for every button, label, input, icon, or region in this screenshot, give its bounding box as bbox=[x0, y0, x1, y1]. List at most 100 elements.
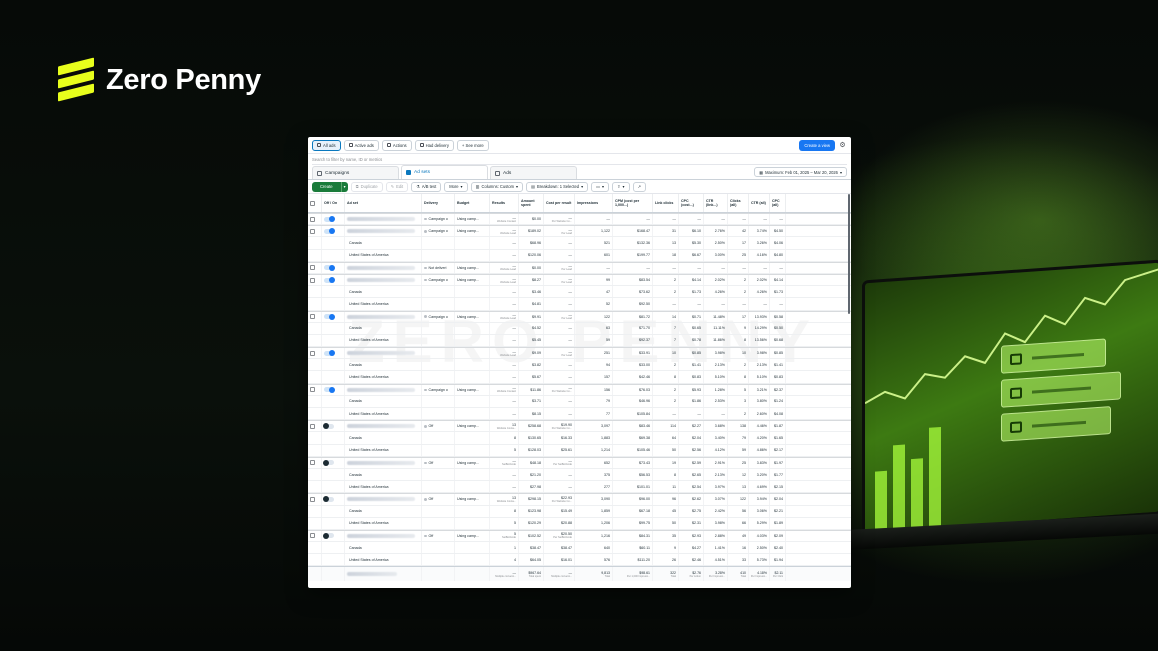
view-tab[interactable]: + See more bbox=[456, 139, 489, 151]
ad-set-row[interactable]: Campaign o Using camp... — Website Lead $8.2… bbox=[308, 273, 851, 287]
breakdown-row[interactable]: Canada 8 $130.65 $16.33 1,883 $69.38 64 $2.04 3.… bbox=[308, 432, 851, 445]
redacted-ad-set-name[interactable] bbox=[347, 314, 415, 319]
breakdown-row[interactable]: Canada 8 $123.98 $15.49 1,859 $67.18 45 $2.75 2.… bbox=[308, 505, 851, 518]
breakdown-row[interactable]: Canada — $3.82—94 $33.00 2 $1.41 2.13% 2 2.13% $1… bbox=[308, 359, 851, 372]
ad-set-row[interactable]: Campaign o Using camp... — Website Lead $189… bbox=[308, 225, 851, 238]
redacted-ad-set-name[interactable] bbox=[347, 497, 415, 502]
row-checkbox[interactable] bbox=[308, 457, 322, 468]
search-bar[interactable]: Search to filter by name, ID or metrics bbox=[312, 154, 847, 165]
ad-set-row[interactable]: Campaign o Using camp... — Website Lead $9.9… bbox=[308, 310, 851, 323]
create-view-button[interactable]: Create a view bbox=[799, 139, 835, 151]
delivery-toggle[interactable] bbox=[322, 226, 345, 237]
ad-set-name[interactable] bbox=[345, 457, 422, 468]
edit-button[interactable]: ✎ Edit bbox=[385, 181, 409, 192]
row-checkbox[interactable] bbox=[308, 494, 322, 505]
column-header[interactable]: Delivery bbox=[422, 194, 455, 212]
ad-set-name[interactable] bbox=[345, 214, 422, 225]
column-header[interactable]: Link clicks bbox=[653, 194, 679, 212]
create-button[interactable]: Create ▾ bbox=[312, 181, 348, 192]
redacted-ad-set-name[interactable] bbox=[347, 460, 415, 465]
delivery-toggle[interactable] bbox=[322, 421, 345, 432]
breakdown-row[interactable]: United States of America — $5.45—59 $92.37 7… bbox=[308, 334, 851, 348]
ad-set-name[interactable] bbox=[345, 274, 422, 286]
redacted-ad-set-name[interactable] bbox=[347, 265, 415, 270]
column-header[interactable]: Cost per result bbox=[544, 194, 575, 212]
column-header[interactable]: Amount spent bbox=[519, 194, 544, 212]
column-header[interactable]: Ad set bbox=[345, 194, 422, 212]
row-checkbox[interactable] bbox=[308, 262, 322, 273]
vertical-scrollbar[interactable] bbox=[848, 194, 850, 314]
ad-set-name[interactable] bbox=[345, 226, 422, 237]
totals-label[interactable] bbox=[345, 567, 422, 582]
row-checkbox[interactable] bbox=[308, 226, 322, 237]
view-tab[interactable]: Actions bbox=[381, 139, 412, 151]
redacted-ad-set-name[interactable] bbox=[347, 229, 415, 234]
breakdown-row[interactable]: United States of America 5 $120.29 $20.88 1,… bbox=[308, 517, 851, 530]
row-checkbox[interactable] bbox=[308, 348, 322, 359]
ad-set-name[interactable] bbox=[345, 421, 422, 432]
export-button[interactable]: ⇪ ▾ bbox=[612, 181, 630, 192]
ad-set-name[interactable] bbox=[345, 348, 422, 359]
ad-set-name[interactable] bbox=[345, 530, 422, 542]
delivery-toggle[interactable] bbox=[322, 384, 345, 395]
ad-set-row[interactable]: Not deliveri Using camp... — Website Lead $0… bbox=[308, 261, 851, 274]
chevron-down-icon[interactable]: ▾ bbox=[340, 181, 348, 192]
row-checkbox[interactable] bbox=[308, 530, 322, 542]
delivery-toggle[interactable] bbox=[322, 214, 345, 225]
redacted-ad-set-name[interactable] bbox=[347, 387, 415, 392]
delivery-toggle[interactable] bbox=[322, 311, 345, 322]
breakdown-row[interactable]: United States of America — $4.81—52 $92.50—… bbox=[308, 298, 851, 311]
breakdown-row[interactable]: United States of America — $5.67—157 $42.46… bbox=[308, 371, 851, 384]
redacted-ad-set-name[interactable] bbox=[347, 533, 415, 538]
redacted-ad-set-name[interactable] bbox=[347, 351, 415, 356]
search-input[interactable]: Search to filter by name, ID or metrics bbox=[312, 157, 382, 162]
row-checkbox[interactable] bbox=[308, 421, 322, 432]
redacted-ad-set-name[interactable] bbox=[347, 424, 415, 429]
ad-set-row[interactable]: Off Using camp... 13 Website Conta... $298.1… bbox=[308, 493, 851, 506]
date-range-picker[interactable]: ▦ Maximum: Feb 01, 2025 – Mar 20, 2026 ▾ bbox=[754, 167, 847, 177]
ad-set-row[interactable]: Off Using camp... — SetBotCode $48.18— Per Se… bbox=[308, 456, 851, 469]
column-header[interactable]: Budget bbox=[455, 194, 490, 212]
column-header[interactable]: CTR (all) bbox=[749, 194, 770, 212]
ad-set-name[interactable] bbox=[345, 494, 422, 505]
column-header[interactable]: CPC (all) bbox=[770, 194, 786, 212]
breakdown-row[interactable]: United States of America 4 $64.05 $16.01 576… bbox=[308, 554, 851, 567]
ad-set-row[interactable]: Off Using camp... 13 Website Conta... $258.6… bbox=[308, 420, 851, 433]
ab-test-button[interactable]: ⚗ A/B test bbox=[411, 181, 442, 192]
column-header[interactable]: Impressions bbox=[575, 194, 613, 212]
breakdown-row[interactable]: United States of America — $8.15—77 $105.84… bbox=[308, 408, 851, 421]
select-all-checkbox[interactable] bbox=[308, 194, 322, 212]
breakdown-row[interactable]: Canada — $4.52—63 $71.70 7 $0.65 11.11% 9 14.29%… bbox=[308, 322, 851, 335]
breakdown-row[interactable]: Canada — $21.20—375 $56.53 8 $2.65 2.13% 12 3.20… bbox=[308, 468, 851, 482]
row-checkbox[interactable] bbox=[308, 214, 322, 225]
delivery-toggle[interactable] bbox=[322, 348, 345, 359]
ad-set-name[interactable] bbox=[345, 311, 422, 322]
tab-campaigns[interactable]: Campaigns bbox=[312, 166, 399, 179]
delivery-toggle[interactable] bbox=[322, 274, 345, 286]
chart-view-button[interactable]: ↗ bbox=[632, 181, 647, 192]
settings-icon[interactable]: ⚙ bbox=[838, 141, 847, 150]
view-tab[interactable]: All ads bbox=[312, 139, 341, 151]
view-tab[interactable]: Had delivery bbox=[414, 139, 454, 151]
reports-button[interactable]: ▭ ▾ bbox=[591, 181, 610, 192]
breakdown-row[interactable]: Canada — $3.46—47 $73.62 2 $1.73 4.26% 2 4.26% $1… bbox=[308, 286, 851, 299]
breakdown-row[interactable]: Canada 1 $38.47 $38.47 640 $60.11 9 $4.27 1.41% 1… bbox=[308, 542, 851, 555]
row-checkbox[interactable] bbox=[308, 311, 322, 322]
redacted-ad-set-name[interactable] bbox=[347, 278, 415, 283]
column-header[interactable]: Clicks (all) bbox=[728, 194, 749, 212]
view-tab[interactable]: Active ads bbox=[343, 139, 379, 151]
breakdown-row[interactable]: Canada — $3.71—79 $46.96 2 $1.86 2.53% 3 3.80% $1… bbox=[308, 395, 851, 408]
delivery-toggle[interactable] bbox=[322, 262, 345, 273]
column-header[interactable]: Off / On bbox=[322, 194, 345, 212]
ad-set-row[interactable]: — Website Lead $9.09— Per Lead 251 $33.91 10 $0… bbox=[308, 347, 851, 360]
ad-set-row[interactable]: Campaign o Using camp... — Website Contact $… bbox=[308, 383, 851, 396]
ad-set-row[interactable]: Campaign o Using camp... — Website Contact $… bbox=[308, 213, 851, 226]
tab-ads[interactable]: Ads bbox=[490, 166, 577, 179]
ad-set-name[interactable] bbox=[345, 384, 422, 395]
tab-ad-sets[interactable]: Ad sets bbox=[401, 165, 488, 179]
ad-set-row[interactable]: Off Using camp... 5 SetBotCode $102.52 $20.50… bbox=[308, 529, 851, 543]
column-header[interactable]: CPM (cost per 1,000...) bbox=[613, 194, 653, 212]
row-checkbox[interactable] bbox=[308, 384, 322, 395]
row-checkbox[interactable] bbox=[308, 274, 322, 286]
breakdown-row[interactable]: Canada — $68.96—521 $132.36 13 $5.30 2.50% 17 3.… bbox=[308, 237, 851, 250]
